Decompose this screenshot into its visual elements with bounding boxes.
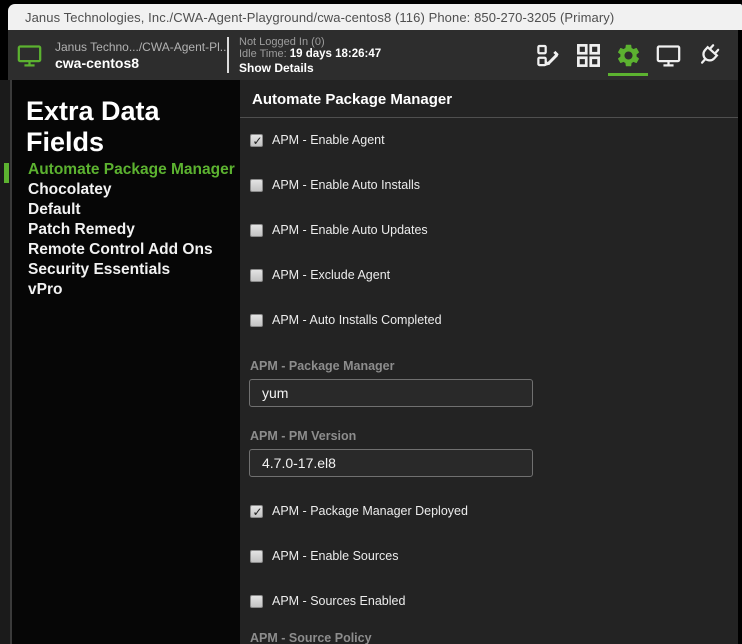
agent-header: Janus Techno.../CWA-Agent-Pl... cwa-cent… <box>8 30 738 80</box>
sidebar-item-remote-control-add-ons[interactable]: Remote Control Add Ons <box>28 240 213 260</box>
checkbox-row-apm-package-manager-deployed: APM - Package Manager Deployed <box>250 503 468 519</box>
window-title: Janus Technologies, Inc./CWA-Agent-Playg… <box>8 10 614 25</box>
checkbox-apm-auto-installs-completed[interactable] <box>250 314 263 327</box>
idle-time-row: Idle Time: 19 days 18:26:47 <box>239 48 381 61</box>
checkbox-apm-exclude-agent[interactable] <box>250 269 263 282</box>
checkbox-label: APM - Enable Auto Installs <box>272 178 420 192</box>
idle-time-value: 19 days 18:26:47 <box>290 48 381 60</box>
sidebar-item-chocolatey[interactable]: Chocolatey <box>28 180 112 200</box>
settings-gear-icon[interactable] <box>608 34 648 76</box>
window-titlebar: Janus Technologies, Inc./CWA-Agent-Playg… <box>8 4 742 30</box>
app-window: Janus Technologies, Inc./CWA-Agent-Playg… <box>0 0 742 644</box>
checkbox-row-apm-auto-installs-completed: APM - Auto Installs Completed <box>250 312 442 328</box>
checkbox-label: APM - Enable Sources <box>272 549 398 563</box>
checkbox-row-apm-enable-auto-installs: APM - Enable Auto Installs <box>250 177 420 193</box>
sidebar-item-automate-package-manager[interactable]: Automate Package Manager <box>28 160 235 180</box>
login-status: Not Logged In (0) <box>239 36 381 49</box>
header-toolbar <box>528 33 728 77</box>
checkbox-label: APM - Enable Agent <box>272 133 385 147</box>
header-separator <box>227 37 229 73</box>
checkbox-apm-enable-agent[interactable] <box>250 134 263 147</box>
checkbox-row-apm-sources-enabled: APM - Sources Enabled <box>250 593 405 609</box>
checkbox-row-apm-enable-auto-updates: APM - Enable Auto Updates <box>250 222 428 238</box>
plug-icon[interactable] <box>688 34 728 76</box>
input-apm-package-manager[interactable] <box>249 379 533 407</box>
dashboard-grid-icon[interactable] <box>568 34 608 76</box>
sidebar-item-patch-remedy[interactable]: Patch Remedy <box>28 220 135 240</box>
computer-name: cwa-centos8 <box>55 55 227 71</box>
idle-time-label: Idle Time: <box>239 48 287 60</box>
checkbox-row-apm-exclude-agent: APM - Exclude Agent <box>250 267 390 283</box>
checkbox-apm-sources-enabled[interactable] <box>250 595 263 608</box>
field-label-apm-package-manager: APM - Package Manager <box>250 359 395 373</box>
checkbox-apm-enable-auto-installs[interactable] <box>250 179 263 192</box>
checkbox-apm-enable-auto-updates[interactable] <box>250 224 263 237</box>
computer-icon <box>16 42 43 69</box>
selected-item-indicator <box>4 163 9 183</box>
checkbox-row-apm-enable-sources: APM - Enable Sources <box>250 548 398 564</box>
input-apm-pm-version[interactable] <box>249 449 533 477</box>
content-panel: Automate Package Manager APM - Enable Ag… <box>240 80 738 644</box>
agent-identity: Janus Techno.../CWA-Agent-Pl... cwa-cent… <box>55 40 227 71</box>
show-details-link[interactable]: Show Details <box>239 61 381 75</box>
checkbox-apm-package-manager-deployed[interactable] <box>250 505 263 518</box>
checkbox-label: APM - Package Manager Deployed <box>272 504 468 518</box>
edit-fields-icon[interactable] <box>528 34 568 76</box>
monitor-icon[interactable] <box>648 34 688 76</box>
field-label-apm-source-policy: APM - Source Policy <box>250 631 372 644</box>
agent-breadcrumb: Janus Techno.../CWA-Agent-Pl... <box>55 40 227 55</box>
checkbox-label: APM - Auto Installs Completed <box>272 313 442 327</box>
sidebar-item-vpro[interactable]: vPro <box>28 280 62 300</box>
checkbox-apm-enable-sources[interactable] <box>250 550 263 563</box>
sidebar-item-security-essentials[interactable]: Security Essentials <box>28 260 170 280</box>
sidebar-title: Extra Data Fields <box>26 96 240 158</box>
checkbox-label: APM - Enable Auto Updates <box>272 223 428 237</box>
agent-status-block: Not Logged In (0) Idle Time: 19 days 18:… <box>239 36 381 75</box>
sidebar-item-default[interactable]: Default <box>28 200 81 220</box>
checkbox-label: APM - Sources Enabled <box>272 594 405 608</box>
field-label-apm-pm-version: APM - PM Version <box>250 429 356 443</box>
checkbox-label: APM - Exclude Agent <box>272 268 390 282</box>
checkbox-row-apm-enable-agent: APM - Enable Agent <box>250 132 385 148</box>
sidebar: Extra Data Fields Automate Package Manag… <box>12 80 240 644</box>
section-heading: Automate Package Manager <box>240 80 738 118</box>
